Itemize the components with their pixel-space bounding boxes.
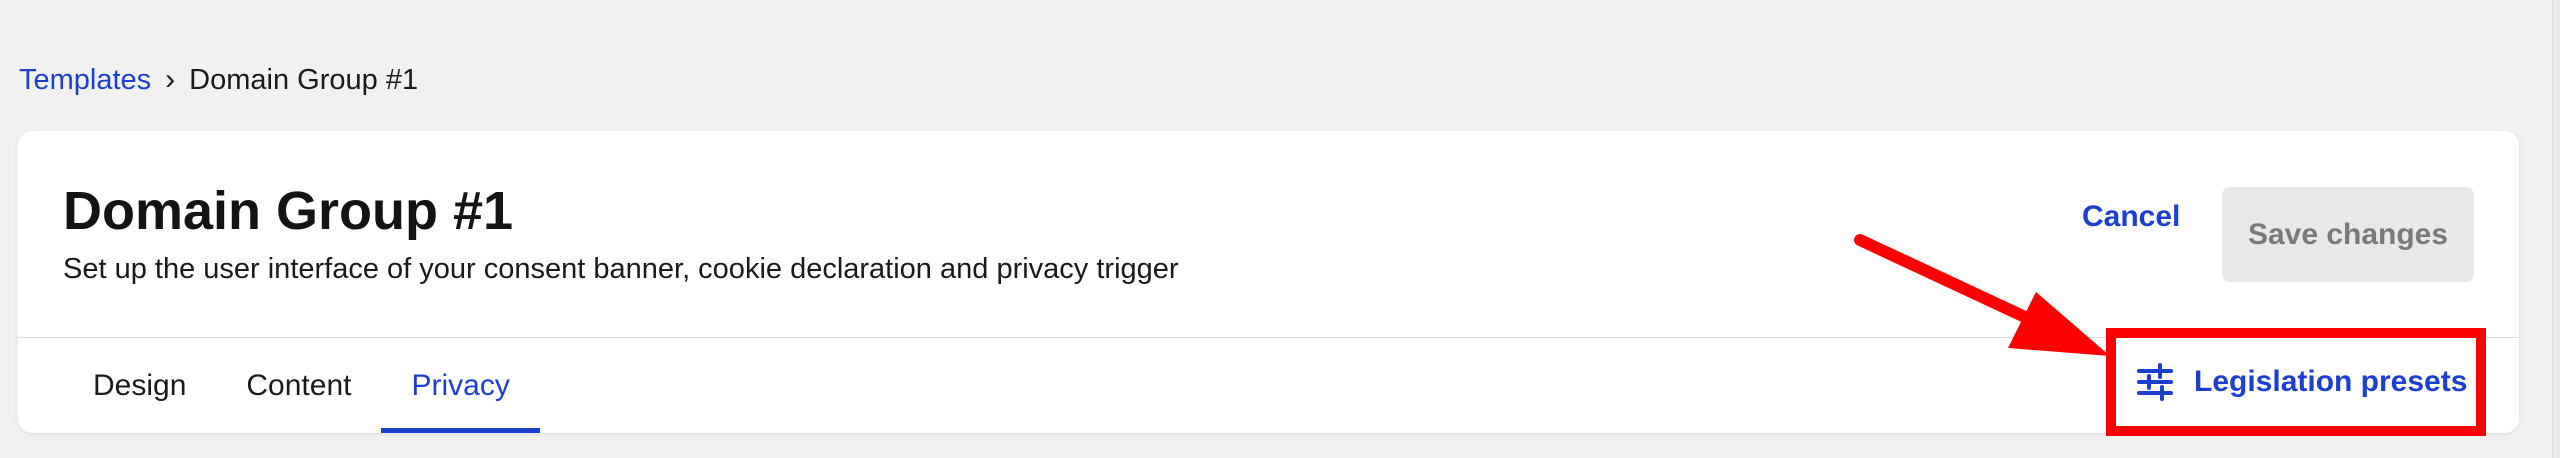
- legislation-presets-button[interactable]: Legislation presets: [2106, 328, 2486, 436]
- page-scrollbar[interactable]: [2552, 0, 2560, 458]
- sliders-icon: [2136, 363, 2174, 401]
- breadcrumb-link-templates[interactable]: Templates: [19, 62, 151, 98]
- tab-content[interactable]: Content: [216, 338, 381, 433]
- legislation-presets-label: Legislation presets: [2194, 365, 2468, 398]
- breadcrumb-separator: ›: [165, 63, 176, 96]
- breadcrumb: Templates › Domain Group #1: [19, 62, 418, 98]
- annotation-arrow: [1854, 234, 2110, 356]
- page-title: Domain Group #1: [63, 181, 514, 241]
- tab-design[interactable]: Design: [18, 338, 216, 433]
- breadcrumb-current: Domain Group #1: [189, 64, 419, 96]
- save-changes-button[interactable]: Save changes: [2222, 187, 2474, 282]
- tab-privacy[interactable]: Privacy: [381, 338, 541, 433]
- tab-bar: Design Content Privacy: [18, 338, 541, 433]
- page-subtitle: Set up the user interface of your consen…: [63, 253, 1179, 285]
